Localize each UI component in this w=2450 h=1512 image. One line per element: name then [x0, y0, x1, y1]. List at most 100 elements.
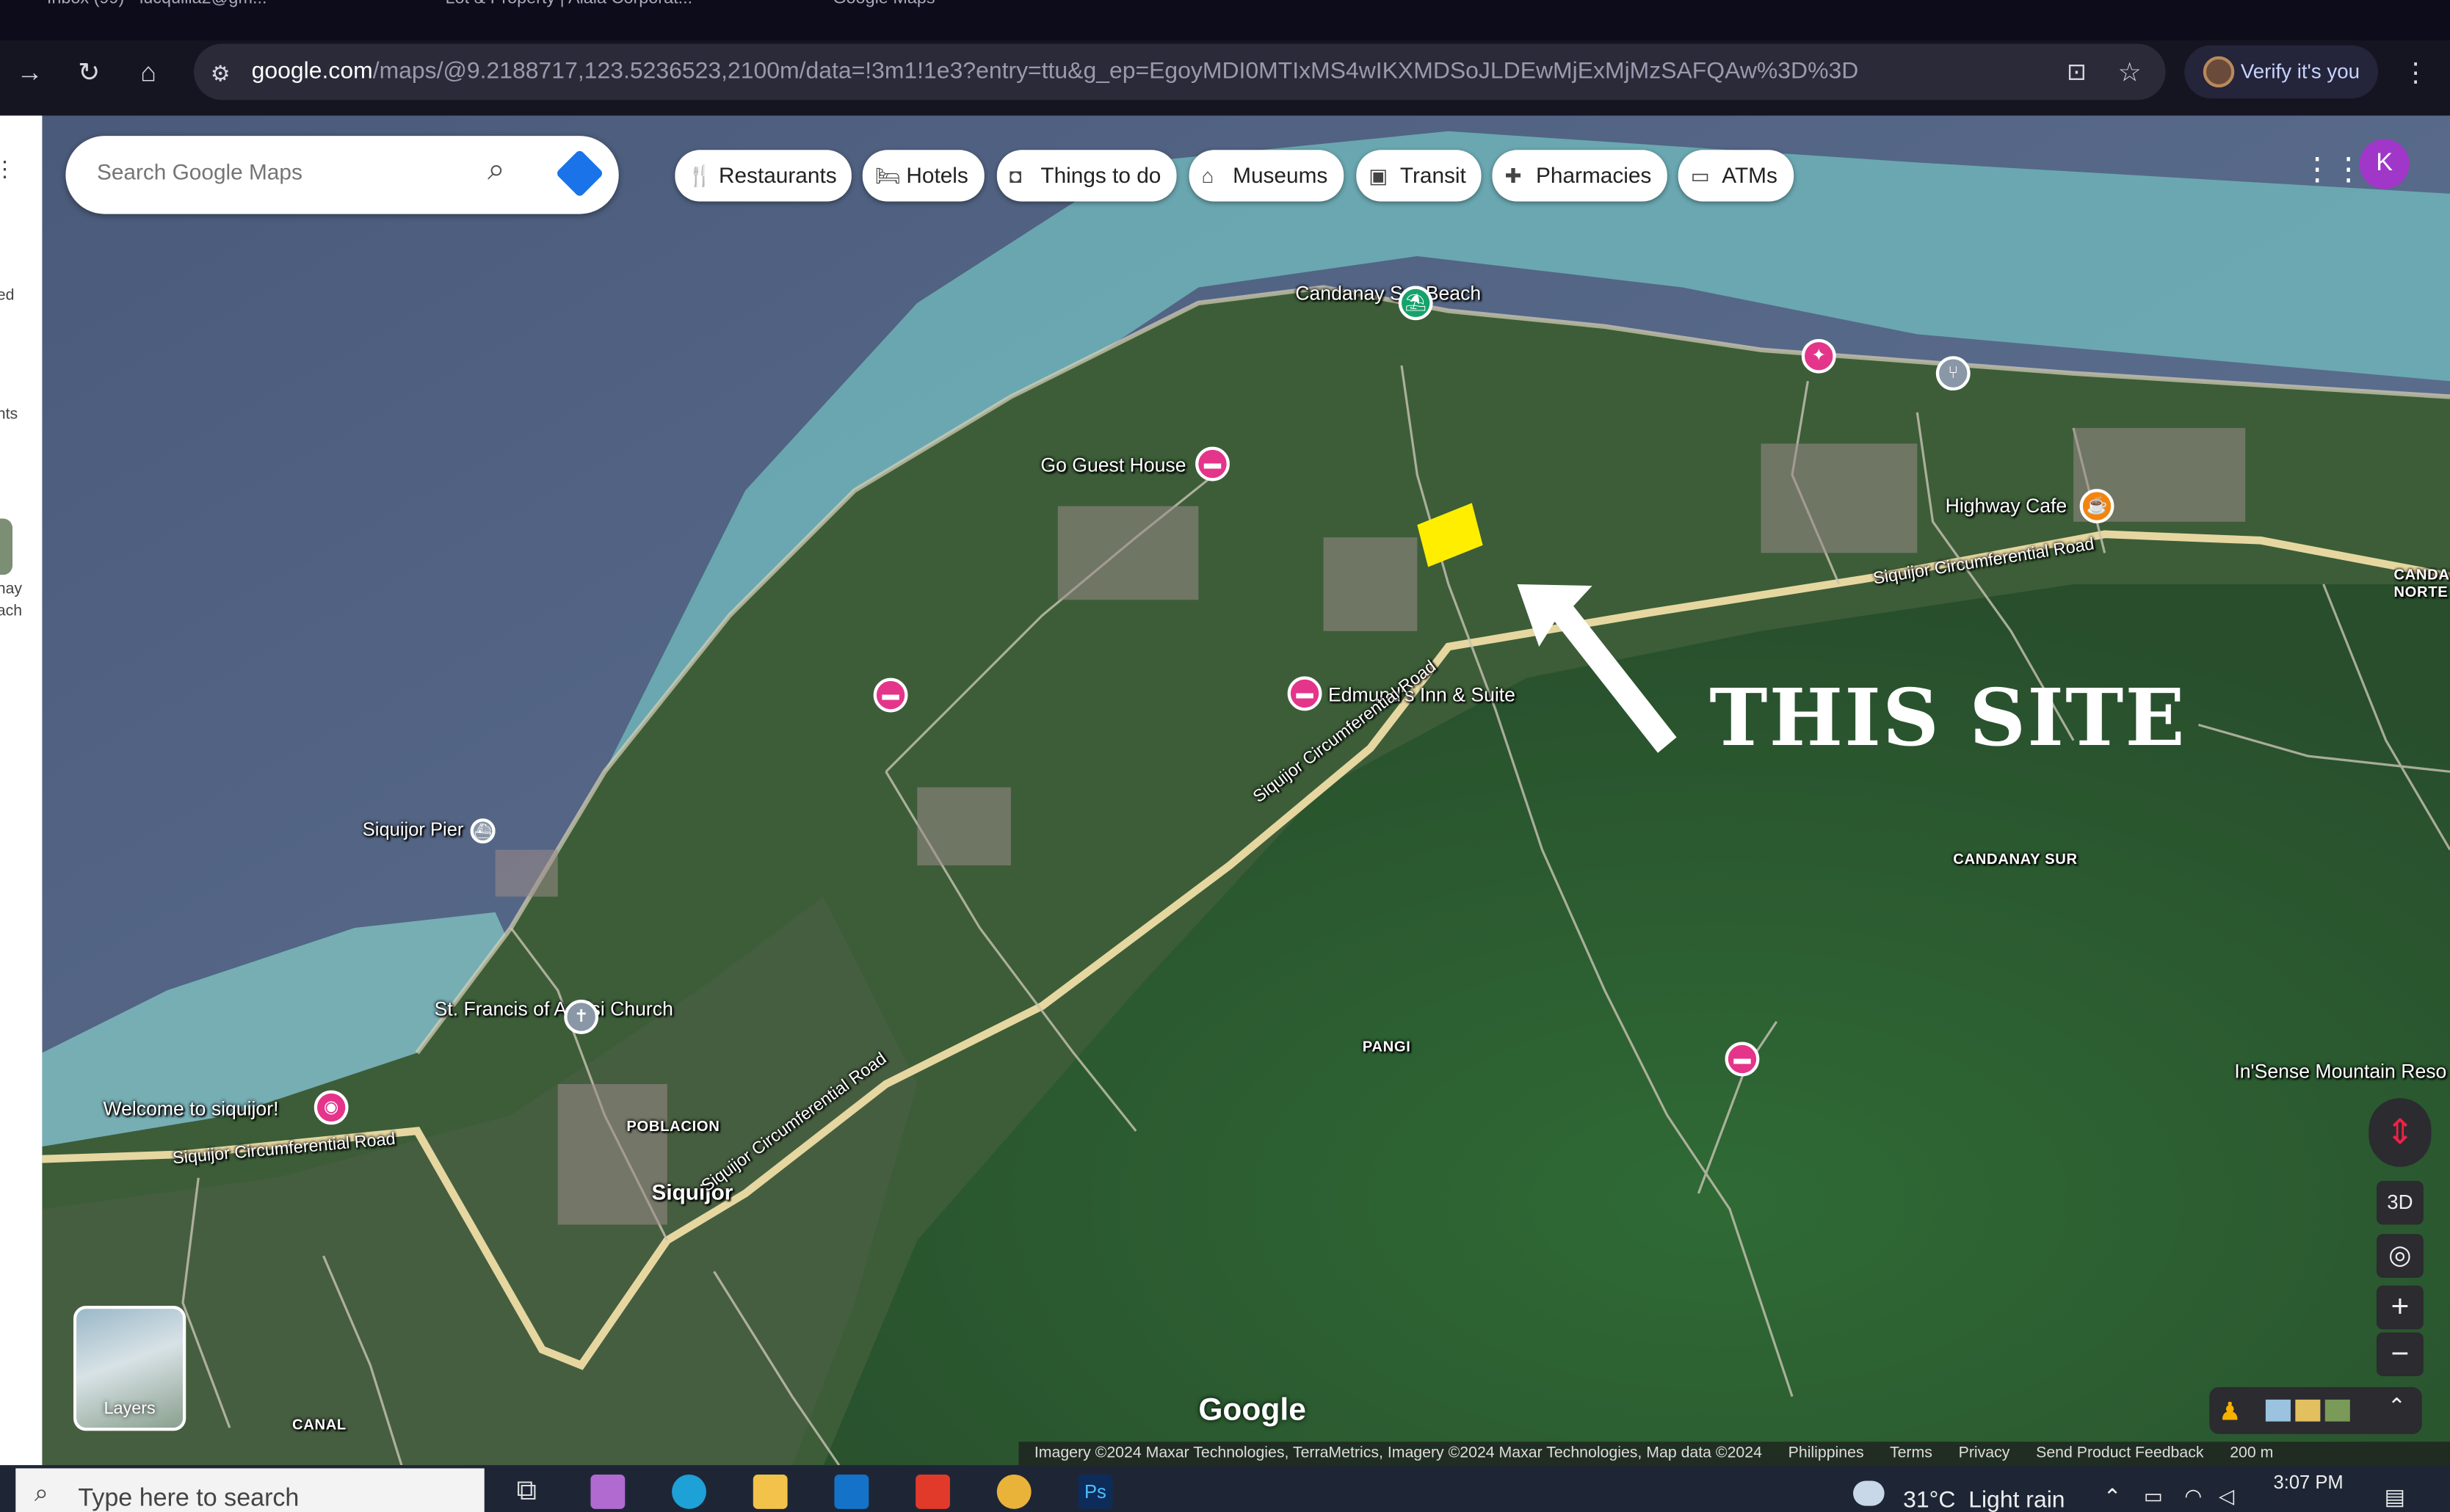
link-philippines[interactable]: Philippines — [1788, 1445, 1864, 1462]
label-welcome[interactable]: Welcome to siquijor! — [103, 1098, 278, 1120]
camera-icon: ◘ — [1009, 164, 1022, 188]
search-icon[interactable]: ⌕ — [488, 153, 505, 189]
chrome-icon[interactable] — [996, 1475, 1032, 1509]
link-terms[interactable]: Terms — [1890, 1445, 1932, 1462]
file-explorer-icon[interactable] — [753, 1475, 788, 1509]
label-highway-cafe[interactable]: Highway Cafe — [1946, 495, 2067, 517]
area-pangi: PANGI — [1362, 1039, 1411, 1056]
annotation-this-site: THIS SITE — [1709, 672, 2186, 764]
chip-transit[interactable]: ▣ Transit — [1356, 150, 1482, 202]
notifications-icon[interactable]: ▤ — [2385, 1484, 2405, 1511]
imagery-toggle[interactable]: ♟ ⌃ — [2209, 1386, 2422, 1434]
satellite-map[interactable] — [42, 115, 2450, 1466]
profile-avatar[interactable] — [2203, 56, 2235, 88]
zoom-in-button[interactable]: + — [2376, 1285, 2424, 1330]
area-candanay-norte: CANDANAY NORTE — [2393, 567, 2450, 602]
sidebar-thumbnail[interactable] — [0, 518, 13, 575]
chip-restaurants[interactable]: 🍴 Restaurants — [675, 150, 852, 202]
volume-icon[interactable]: ◁ — [2219, 1484, 2234, 1509]
bus-icon: ▣ — [1369, 164, 1388, 188]
label-candanay-beach[interactable]: Candanay Sur Beach — [1295, 283, 1481, 305]
link-feedback[interactable]: Send Product Feedback — [2036, 1445, 2203, 1462]
bed-icon: 🛏 — [874, 164, 901, 188]
task-view-icon[interactable]: ⧉ — [510, 1475, 544, 1509]
hotel-pin-icon[interactable]: ▬ — [873, 677, 908, 713]
satellite-imagery — [42, 115, 2450, 1466]
tray-chevron-icon[interactable]: ⌃ — [2103, 1484, 2122, 1511]
pegman-icon[interactable]: ♟ — [2219, 1397, 2241, 1428]
search-input[interactable] — [96, 159, 457, 185]
chip-pharmacies[interactable]: ✚ Pharmacies — [1492, 150, 1667, 202]
atm-icon: ▭ — [1690, 164, 1710, 188]
copilot-icon[interactable] — [590, 1475, 626, 1509]
search-box[interactable]: ⌕ — [65, 136, 619, 214]
3d-button[interactable]: 3D — [2376, 1180, 2424, 1225]
tab-inbox[interactable]: Inbox (99) - lucquilla2@gm... — [47, 0, 267, 8]
expand-icon[interactable]: ⌃ — [2388, 1393, 2406, 1420]
label-siquijor-pier[interactable]: Siquijor Pier — [363, 818, 464, 840]
account-avatar[interactable]: K — [2359, 139, 2410, 189]
beach-pin-icon[interactable]: ⛱ — [1398, 286, 1433, 321]
label-insense-resort[interactable]: In'Sense Mountain Reso — [2234, 1061, 2446, 1083]
tab-lot-property[interactable]: Lot & Property | Alala Corporat... — [446, 0, 693, 8]
collapsed-sidebar: ⋮ ed nts nay ach — [0, 115, 43, 1466]
hotel-pin-icon[interactable]: ▬ — [1195, 446, 1230, 481]
ferry-pin-icon[interactable]: ⛴ — [470, 818, 496, 844]
menu-kebab-icon[interactable]: ⋮ — [2396, 57, 2436, 91]
directions-icon[interactable] — [555, 149, 604, 198]
area-canal: CANAL — [291, 1417, 347, 1434]
install-app-icon[interactable]: ⊡ — [2056, 57, 2097, 91]
restaurant-pin-icon[interactable]: ⑂ — [1935, 356, 1971, 391]
photoshop-icon[interactable]: Ps — [1078, 1475, 1113, 1509]
terrain-thumb[interactable] — [2295, 1399, 2321, 1422]
menu-icon[interactable]: ⋮ — [0, 156, 15, 183]
outlook-icon[interactable] — [834, 1475, 869, 1509]
attraction-pin-icon[interactable]: ✦ — [1801, 338, 1836, 374]
church-pin-icon[interactable]: ✝ — [564, 1000, 599, 1034]
chip-museums[interactable]: ⌂ Museums — [1189, 150, 1344, 202]
sidebar-fragment: nts — [0, 406, 18, 424]
battery-icon[interactable]: ▭ — [2144, 1484, 2163, 1509]
chip-things-to-do[interactable]: ◘ Things to do — [996, 150, 1177, 202]
zoom-out-button[interactable]: − — [2376, 1332, 2424, 1376]
pharmacy-icon: ✚ — [1504, 164, 1522, 188]
reload-icon[interactable]: ↻ — [69, 57, 109, 91]
weather-icon[interactable] — [1853, 1480, 1885, 1506]
area-candanay-sur: CANDANAY SUR — [1953, 851, 2078, 869]
label-go-guest-house[interactable]: Go Guest House — [1040, 454, 1186, 476]
link-privacy[interactable]: Privacy — [1959, 1445, 2010, 1462]
compass-icon[interactable]: ⇕ — [2369, 1098, 2432, 1167]
acrobat-icon[interactable] — [916, 1475, 950, 1509]
sidebar-fragment: ed — [0, 287, 15, 305]
clock-time[interactable]: 3:07 PM — [2274, 1472, 2344, 1494]
satellite-thumb[interactable] — [2324, 1399, 2350, 1422]
hotel-pin-icon[interactable]: ▬ — [1725, 1042, 1760, 1077]
home-icon[interactable]: ⌂ — [128, 57, 169, 91]
museum-icon: ⌂ — [1201, 164, 1214, 188]
chip-atms[interactable]: ▭ ATMs — [1678, 150, 1794, 202]
hotel-pin-icon[interactable]: ▬ — [1287, 676, 1322, 711]
wifi-icon[interactable]: ◠ — [2184, 1484, 2202, 1509]
browser-tab-strip: Inbox (99) - lucquilla2@gm... Lot & Prop… — [0, 0, 2450, 41]
site-info-icon[interactable]: ⚙ — [200, 57, 240, 91]
edge-icon[interactable] — [672, 1475, 706, 1509]
label-st-francis[interactable]: St. Francis of Assisi Church — [435, 998, 673, 1022]
forward-icon[interactable]: → — [10, 57, 50, 91]
bookmark-star-icon[interactable]: ☆ — [2109, 57, 2150, 91]
map-thumb[interactable] — [2265, 1399, 2291, 1422]
google-logo: Google — [1198, 1393, 1306, 1428]
attraction-pin-icon[interactable]: ◉ — [314, 1090, 349, 1125]
utensils-icon: 🍴 — [687, 164, 713, 188]
tab-google-maps[interactable]: Google Maps — [833, 0, 935, 8]
chip-hotels[interactable]: 🛏 Hotels — [862, 150, 985, 202]
layers-label: Layers — [104, 1399, 156, 1419]
label-edmunds-inn[interactable]: Edmund's Inn & Suite — [1328, 684, 1515, 706]
weather-text[interactable]: 31°C Light rain — [1903, 1487, 2065, 1512]
url-text[interactable]: google.com/maps/@9.2188717,123.5236523,2… — [252, 58, 1859, 84]
taskbar-search[interactable]: Type here to search — [15, 1468, 485, 1512]
cafe-pin-icon[interactable]: ☕ — [2079, 489, 2114, 523]
my-location-icon[interactable]: ◎ — [2376, 1234, 2424, 1278]
search-icon: ⌕ — [34, 1480, 48, 1508]
layers-button[interactable]: Layers — [73, 1306, 186, 1431]
scale-label[interactable]: 200 m — [2230, 1445, 2273, 1462]
